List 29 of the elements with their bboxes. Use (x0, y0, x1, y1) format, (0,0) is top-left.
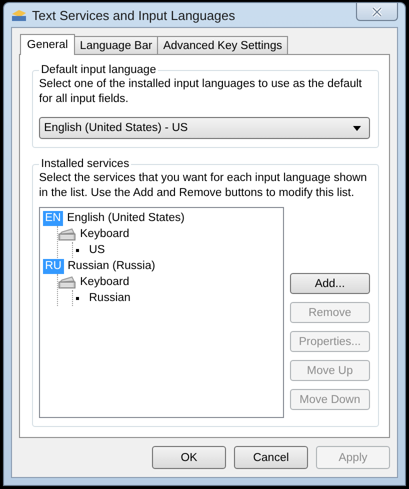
description-text: Select one of the installed input languages to use as the default for all input fields. (39, 77, 363, 107)
language-dropdown[interactable]: English (United States) - US (39, 117, 370, 139)
tree-item[interactable]: Keyboard (80, 228, 130, 240)
close-button[interactable] (356, 3, 398, 21)
bullet-icon (76, 248, 79, 252)
dialog-button[interactable]: OK (152, 446, 226, 469)
action-button[interactable]: Add... (290, 273, 370, 294)
language-code-badge: RU (43, 258, 64, 274)
keyboard-icon (58, 228, 76, 240)
dialog-button[interactable]: Cancel (234, 446, 308, 469)
window-title: Text Services and Input Languages (32, 8, 236, 22)
tab[interactable]: General (20, 34, 75, 55)
close-icon (371, 6, 383, 16)
tree-item[interactable]: Keyboard (80, 276, 130, 288)
tab[interactable]: Language Bar (74, 36, 158, 54)
description-text: Select the services that you want for each input language shown in the list. Use the Add and Remove buttons to modify this list. (39, 171, 368, 201)
window-icon (11, 8, 27, 22)
keyboard-icon (58, 276, 76, 288)
dropdown-arrow-icon (353, 126, 361, 130)
tree-item[interactable]: Russian (Russia) (68, 260, 156, 272)
tree-item[interactable]: English (United States) (66, 212, 185, 224)
tree-item[interactable]: Russian (89, 292, 131, 304)
services-tree[interactable]: EN English (United States) Keyboard US RU Russian (Russia) Keyboard Russian (39, 207, 284, 418)
language-code-badge: EN (43, 210, 63, 226)
tab[interactable]: Advanced Key Settings (157, 36, 288, 54)
group-title: Installed services (40, 158, 130, 170)
bullet-icon (76, 296, 79, 300)
group-title: Default input language (40, 64, 158, 76)
tree-item[interactable]: US (89, 244, 105, 256)
